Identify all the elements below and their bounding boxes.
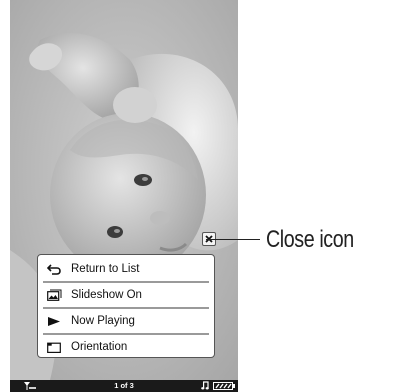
music-note-icon <box>201 381 209 392</box>
return-arrow-icon <box>47 262 65 276</box>
menu-item-return-to-list[interactable]: Return to List <box>43 257 209 281</box>
callout-label: Close icon <box>266 226 354 253</box>
slideshow-icon <box>47 288 65 302</box>
menu-item-label: Slideshow On <box>71 289 142 301</box>
menu-item-now-playing[interactable]: Now Playing <box>43 309 209 333</box>
callout-line <box>206 239 260 240</box>
menu-item-label: Return to List <box>71 263 140 275</box>
orientation-icon <box>47 340 65 354</box>
menu-item-slideshow-on[interactable]: Slideshow On <box>43 283 209 307</box>
menu-item-label: Orientation <box>71 341 128 353</box>
battery-icon <box>213 382 235 392</box>
status-bar: 1 of 3 <box>10 380 238 392</box>
device-screen: Return to List Slideshow On Now Playing <box>10 0 238 392</box>
menu-item-label: Now Playing <box>71 315 135 327</box>
play-icon <box>47 314 65 328</box>
popup-menu: Return to List Slideshow On Now Playing <box>37 254 215 358</box>
menu-item-orientation[interactable]: Orientation <box>43 335 209 359</box>
